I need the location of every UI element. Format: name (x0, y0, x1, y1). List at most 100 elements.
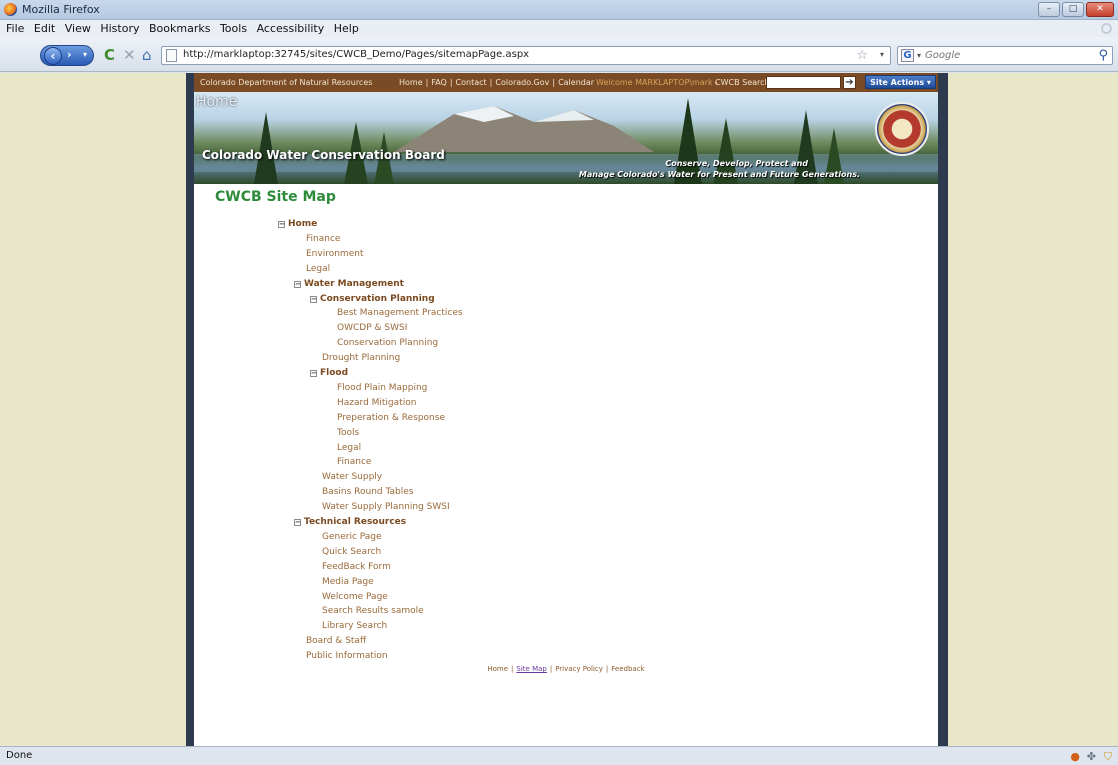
sitemap-item-label: Public Information (306, 651, 388, 662)
site-actions-button[interactable]: Site Actions ▾ (865, 75, 936, 89)
sitemap-link[interactable]: Best Management Practices (337, 308, 463, 318)
footer-links: Home | Site Map | Privacy Policy | Feedback (487, 665, 645, 673)
sitemap-link[interactable]: Tools (337, 428, 359, 438)
site-banner: Home Colorado Water Conservation Board C… (194, 92, 938, 184)
menu-file[interactable]: File (6, 20, 24, 37)
collapse-icon[interactable]: − (278, 221, 285, 228)
sitemap-item-label: OWCDP & SWSI (337, 323, 408, 334)
footer-link-site-map[interactable]: Site Map (516, 665, 546, 673)
top-link-contact[interactable]: Contact (456, 78, 487, 87)
collapse-icon[interactable]: − (294, 280, 301, 288)
top-link-home[interactable]: Home (399, 78, 423, 87)
close-button[interactable]: ✕ (1086, 2, 1114, 17)
shield-icon[interactable]: ⛉ (1104, 750, 1112, 764)
sitemap-node-expandable[interactable]: − Water Management (294, 279, 404, 289)
sitemap-item-label: Water Management (304, 278, 404, 289)
stop-icon[interactable]: ✕ (123, 46, 136, 64)
sitemap-link[interactable]: Media Page (322, 577, 374, 587)
sitemap-item-label: Search Results samole (322, 606, 424, 617)
sitemap-link[interactable]: Conservation Planning (337, 338, 438, 348)
sitemap-node-expandable[interactable]: − Technical Resources (294, 517, 406, 527)
engine-dropdown-icon[interactable]: ▾ (917, 51, 921, 60)
top-links: Home | FAQ | Contact | Colorado.Gov | Calendar (399, 78, 595, 87)
sitemap-link[interactable]: Search Results samole (322, 606, 424, 616)
sitemap-item-label: Best Management Practices (337, 308, 463, 319)
page-frame: Colorado Department of Natural Resources… (186, 73, 948, 746)
home-icon[interactable]: ⌂ (142, 46, 152, 64)
sitemap-link[interactable]: Water Supply Planning SWSI (322, 502, 450, 512)
tagline-line-2: Manage Colorado's Water for Present and … (578, 170, 860, 179)
sitemap-node-expandable[interactable]: − Flood (310, 368, 348, 378)
window-titlebar: Mozilla Firefox – □ ✕ (0, 0, 1118, 20)
search-icon[interactable]: ⚲ (1098, 48, 1108, 63)
sitemap-item-label: Legal (337, 442, 362, 453)
puzzle-icon[interactable]: ✤ (1087, 750, 1096, 763)
top-link-colorado-gov[interactable]: Colorado.Gov (495, 78, 549, 87)
collapse-icon[interactable]: − (310, 370, 317, 377)
google-engine-icon[interactable]: G (901, 49, 914, 62)
sitemap-link[interactable]: Finance (306, 234, 340, 244)
sitemap-node-expandable[interactable]: − Conservation Planning (310, 294, 435, 304)
menu-bookmarks[interactable]: Bookmarks (149, 20, 210, 37)
search-input[interactable] (925, 48, 1090, 63)
menu-view[interactable]: View (65, 20, 91, 37)
sitemap-link[interactable]: Quick Search (322, 547, 381, 557)
sitemap-link[interactable]: Flood Plain Mapping (337, 383, 427, 393)
footer-link-home[interactable]: Home (487, 665, 508, 673)
url-dropdown-icon[interactable]: ▾ (880, 50, 884, 59)
org-link[interactable]: Colorado Department of Natural Resources (200, 78, 372, 87)
search-go-button[interactable]: ➔ (843, 76, 856, 89)
sitemap-node-expandable[interactable]: − Home (278, 219, 317, 229)
sitemap-link[interactable]: Legal (306, 264, 330, 274)
url-bar[interactable]: http://marklaptop:32745/sites/CWCB_Demo/… (161, 46, 891, 65)
menu-edit[interactable]: Edit (34, 20, 55, 37)
sitemap-item-label: Technical Resources (304, 517, 407, 527)
reload-icon[interactable]: C (104, 46, 115, 64)
collapse-icon[interactable]: − (294, 519, 301, 526)
menu-history[interactable]: History (100, 20, 139, 37)
sitemap-link[interactable]: FeedBack Form (322, 562, 391, 572)
sitemap-link[interactable]: Environment (306, 249, 363, 259)
sitemap-link[interactable]: OWCDP & SWSI (337, 323, 407, 333)
menu-accessibility[interactable]: Accessibility (257, 20, 325, 37)
sitemap-link[interactable]: Finance (337, 457, 371, 467)
sitemap-link[interactable]: Public Information (306, 651, 388, 661)
sitemap-item-label: Flood Plain Mapping (337, 382, 428, 393)
addon-icon[interactable]: ● (1070, 750, 1080, 763)
sitemap-link[interactable]: Library Search (322, 621, 387, 631)
welcome-text: Welcome MARKLAPTOP\mark (596, 78, 713, 87)
cwcb-search-label: CWCB Search (715, 78, 770, 87)
sitemap-link[interactable]: Board & Staff (306, 636, 366, 646)
welcome-menu[interactable]: Welcome MARKLAPTOP\mark ▾ (596, 78, 718, 87)
sitemap-link[interactable]: Welcome Page (322, 592, 388, 602)
menu-help[interactable]: Help (334, 20, 359, 37)
forward-button[interactable]: › (67, 48, 72, 61)
sitemap-item-label: Library Search (322, 621, 388, 632)
cwcb-search-input[interactable] (766, 76, 841, 89)
back-button[interactable]: ‹ (44, 47, 62, 65)
sitemap-link[interactable]: Water Supply (322, 472, 382, 482)
collapse-icon[interactable]: − (310, 295, 317, 303)
top-link-faq[interactable]: FAQ (431, 78, 447, 87)
sitemap-link[interactable]: Preperation & Response (337, 413, 445, 423)
sitemap-link[interactable]: Basins Round Tables (322, 487, 413, 497)
maximize-button[interactable]: □ (1062, 2, 1084, 17)
bookmark-star-icon[interactable]: ☆ (856, 48, 868, 63)
history-dropdown-icon[interactable]: ▾ (83, 50, 87, 59)
sitemap-item-label: Water Supply Planning SWSI (322, 502, 450, 513)
sitemap-link[interactable]: Drought Planning (322, 353, 400, 363)
search-bar[interactable]: G ▾ ⚲ (897, 46, 1113, 65)
sitemap-item-label: Tools (337, 427, 360, 438)
top-link-calendar[interactable]: Calendar (558, 78, 594, 87)
minimize-button[interactable]: – (1038, 2, 1060, 17)
footer-link-privacy-policy[interactable]: Privacy Policy (555, 665, 603, 673)
throbber-icon (1101, 23, 1112, 34)
back-forward-buttons: ‹ › ▾ (40, 45, 94, 66)
firefox-logo-icon (4, 3, 17, 16)
menu-tools[interactable]: Tools (220, 20, 247, 37)
sitemap-link[interactable]: Legal (337, 443, 361, 453)
sitemap-link[interactable]: Hazard Mitigation (337, 398, 416, 408)
sitemap-link[interactable]: Generic Page (322, 532, 382, 542)
url-text[interactable]: http://marklaptop:32745/sites/CWCB_Demo/… (183, 49, 529, 60)
footer-link-feedback[interactable]: Feedback (611, 665, 644, 673)
